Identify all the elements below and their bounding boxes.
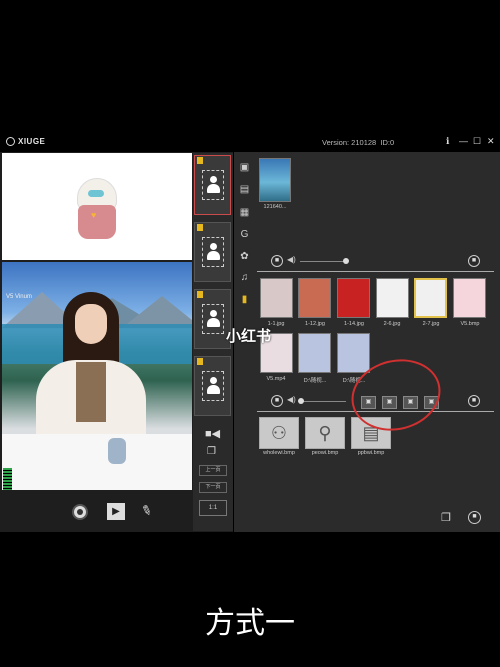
next-page-button[interactable]: 下一页 [199, 482, 227, 493]
gallery-item-label: V5.mp4 [266, 376, 286, 382]
gallery-item-label: 2-7.jpg [422, 321, 440, 327]
delete-icon[interactable]: ■ [468, 511, 481, 524]
logo-icon [6, 137, 15, 146]
gallery-item-label: 2-6.jpg [383, 321, 401, 327]
folder-open-icon[interactable]: ■ [271, 395, 283, 407]
play-button[interactable]: ▶ [107, 503, 125, 520]
info-icon[interactable]: ℹ [446, 136, 449, 147]
gallery-item-selected[interactable] [414, 278, 447, 318]
image-icon[interactable]: ▣ [238, 162, 251, 174]
card-label: peowi.bmp [311, 450, 339, 456]
prev-page-button[interactable]: 上一页 [199, 465, 227, 476]
folder-icon[interactable]: ▮ [238, 294, 251, 306]
delete-icon[interactable]: ■ [468, 255, 480, 267]
gallery-item[interactable] [337, 333, 370, 373]
gallery-item[interactable] [298, 333, 331, 373]
minimize-button[interactable]: — [459, 136, 468, 146]
delete-icon[interactable]: ■ [468, 395, 480, 407]
copy-icon[interactable]: ❐ [441, 511, 451, 524]
watermark: 小红书 [226, 328, 272, 345]
version-label: Version: 210128 [322, 138, 377, 147]
robot-body [78, 205, 116, 239]
volume-slider[interactable] [343, 258, 349, 264]
film-icon[interactable]: ▤ [238, 184, 251, 196]
music-icon[interactable]: ♫ [238, 272, 251, 284]
card-wholewi[interactable]: ⚇ [259, 417, 299, 449]
maximize-button[interactable]: ☐ [473, 136, 481, 147]
camera-icon[interactable]: ■◀ [205, 427, 220, 440]
volume-icon[interactable]: ◀) [287, 255, 296, 264]
robot-visor [88, 190, 104, 197]
gallery-item-label: 1-12.jpg [305, 321, 325, 327]
gallery-item-label: D:\随视... [303, 378, 327, 384]
heart-icon: ♥ [91, 210, 97, 220]
camera-thumb-4[interactable] [194, 356, 231, 416]
cup [108, 438, 126, 464]
gallery-item[interactable] [337, 278, 370, 318]
gallery-item-label: V5.bmp [460, 321, 480, 327]
gallery-item-label: 121640... [263, 204, 287, 210]
brand-name: XIUGE [18, 137, 46, 146]
gallery-item-label: 1-14.jpg [344, 321, 364, 327]
version-info: Version: 210128 ID:0 [322, 138, 394, 147]
folder-open-icon[interactable]: ■ [271, 255, 283, 267]
audio-level-meter [3, 468, 12, 490]
app-logo: XIUGE [6, 137, 45, 146]
copy-icon[interactable]: ❐ [207, 446, 216, 457]
gallery-item[interactable] [453, 278, 486, 318]
id-label: ID:0 [380, 138, 395, 147]
slides-icon[interactable]: ▦ [238, 207, 251, 219]
gallery-item[interactable] [260, 278, 293, 318]
gallery-item[interactable] [376, 278, 409, 318]
title-bar [0, 134, 500, 152]
gif-icon[interactable]: G [238, 229, 251, 241]
close-button[interactable]: ✕ [487, 136, 495, 147]
gallery-item[interactable] [259, 158, 291, 202]
camera-thumb-1[interactable] [194, 155, 231, 215]
volume-icon[interactable]: ◀) [287, 395, 296, 404]
volume-slider[interactable] [298, 398, 304, 404]
card-label: ppbwi.bmp [357, 450, 385, 456]
camera-caption: V5 Vinum [6, 294, 32, 300]
ratio-button[interactable]: 1:1 [199, 500, 227, 516]
caption: 方式一 [205, 606, 295, 641]
gallery-item[interactable] [298, 278, 331, 318]
card-label: wholewi.bmp [263, 450, 295, 456]
card-peowi[interactable]: ⚲ [305, 417, 345, 449]
camera-thumb-2[interactable] [194, 222, 231, 282]
palette-icon[interactable]: ✿ [238, 251, 251, 263]
record-button[interactable] [72, 504, 88, 520]
